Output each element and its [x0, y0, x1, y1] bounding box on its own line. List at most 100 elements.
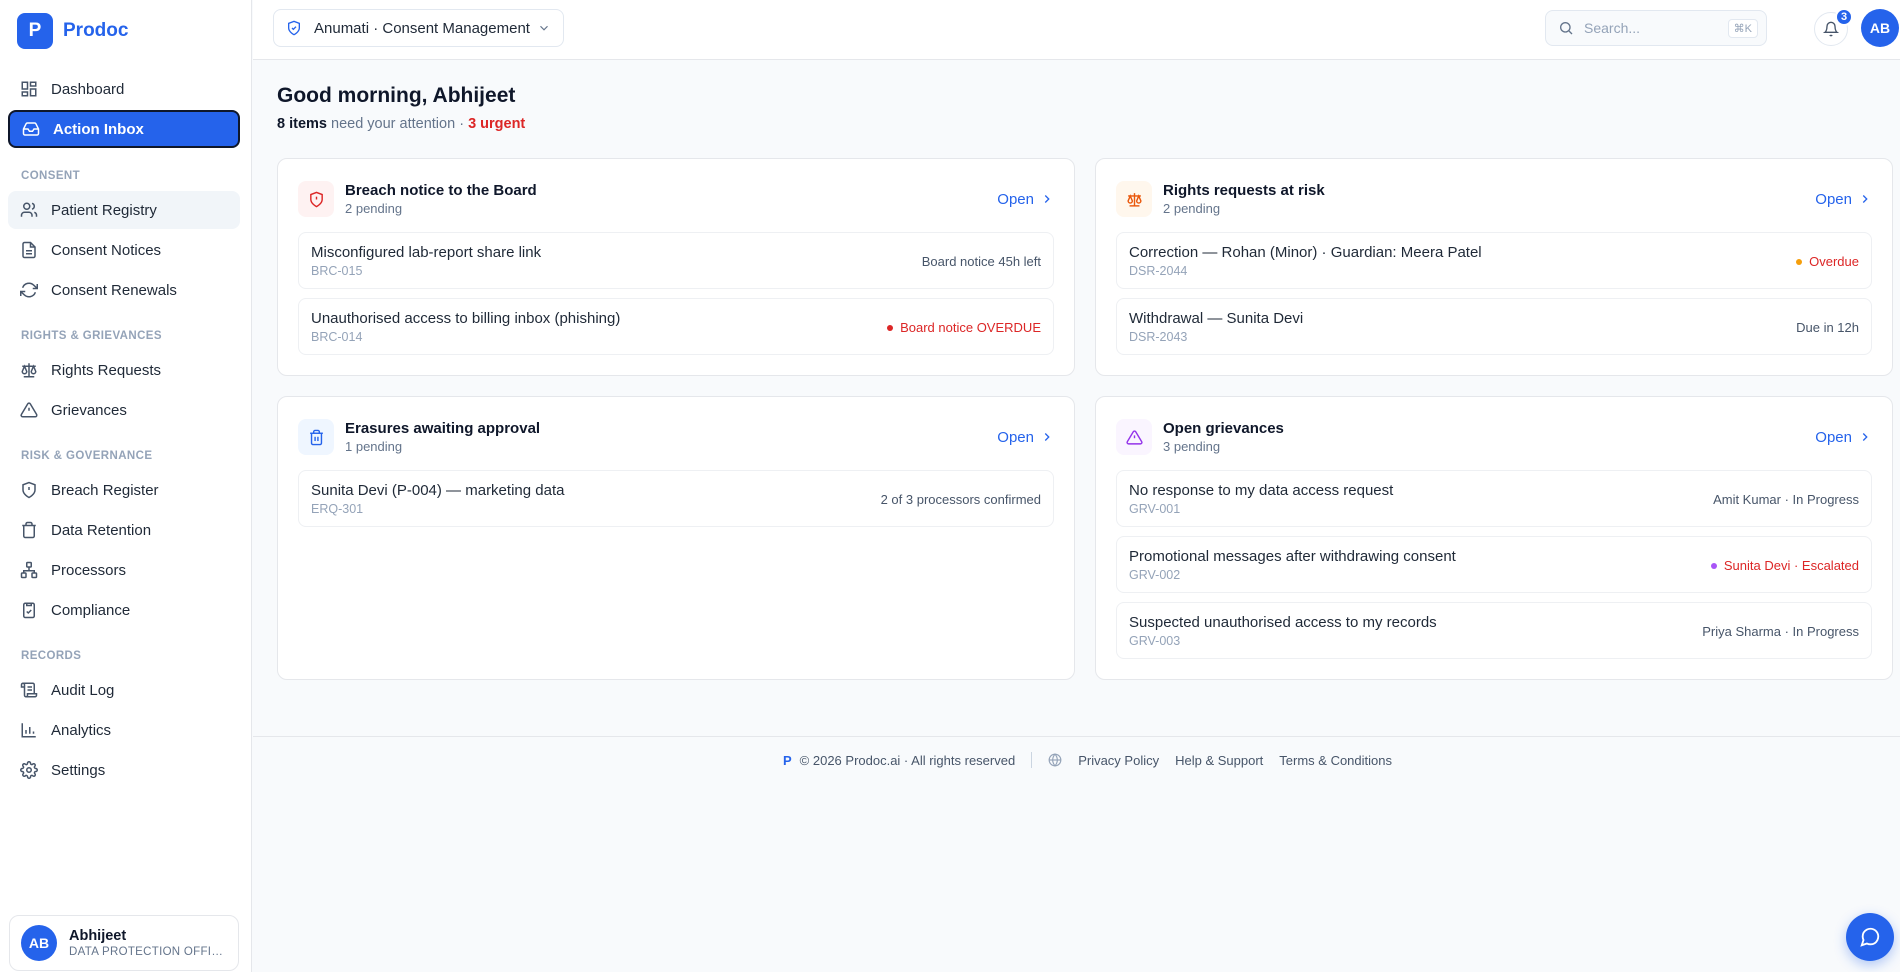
item-meta: Board notice 45h left — [922, 254, 1041, 269]
workspace-selector[interactable]: Anumati · Consent Management — [273, 9, 564, 47]
footer-link-terms[interactable]: Terms & Conditions — [1279, 753, 1392, 768]
card-open-grievances: Open grievances 3 pending Open No respon… — [1095, 396, 1893, 680]
sidebar-item-dashboard[interactable]: Dashboard — [8, 70, 240, 108]
item-meta: Sunita Devi · Escalated — [1710, 558, 1859, 573]
sidebar: P Prodoc Dashboard Action Inbox CONSENT … — [0, 0, 252, 972]
list-item[interactable]: Withdrawal — Sunita Devi DSR-2043 Due in… — [1116, 298, 1872, 355]
warning-icon — [1125, 429, 1143, 445]
document-icon — [22, 241, 36, 259]
user-role: DATA PROTECTION OFFICER — [69, 946, 223, 958]
open-button[interactable]: Open — [997, 429, 1054, 446]
chevron-right-icon — [1862, 433, 1868, 441]
search-shortcut: ⌘K — [1727, 18, 1758, 38]
users-icon — [20, 202, 38, 217]
item-meta: Due in 12h — [1796, 320, 1859, 335]
item-id: DSR-2044 — [1129, 264, 1188, 278]
avatar: AB — [21, 925, 57, 961]
item-title: Withdrawal — Sunita Devi — [1129, 310, 1304, 327]
footer-separator — [1031, 752, 1033, 768]
summary-urgent: 3 urgent — [468, 116, 526, 132]
page-title: Good morning, Abhijeet — [277, 84, 516, 107]
card-count: 1 pending — [345, 439, 403, 454]
notifications-button[interactable]: 3 — [1814, 8, 1853, 46]
shield-icon — [22, 481, 36, 499]
header-avatar[interactable]: AB — [1861, 9, 1899, 47]
list-item[interactable]: Suspected unauthorised access to my reco… — [1116, 602, 1872, 659]
sidebar-item-processors[interactable]: Processors — [8, 551, 240, 589]
scale-icon — [1126, 192, 1142, 207]
card-title: Breach notice to the Board — [345, 182, 537, 199]
sidebar-item-data-retention[interactable]: Data Retention — [8, 511, 240, 549]
trash-icon — [309, 429, 323, 445]
section-title-records: RECORDS — [21, 650, 82, 662]
item-id: DSR-2043 — [1129, 330, 1188, 344]
sidebar-item-action-inbox[interactable]: Action Inbox — [8, 110, 240, 148]
user-name: Abhijeet — [69, 928, 127, 944]
card-title: Erasures awaiting approval — [345, 420, 541, 437]
user-profile-card[interactable]: AB Abhijeet DATA PROTECTION OFFICER — [9, 915, 239, 971]
item-meta-text: Board notice 45h left — [921, 254, 1041, 269]
item-meta-text: Due in 12h — [1796, 320, 1859, 335]
sidebar-item-label: Dashboard — [51, 80, 125, 98]
item-meta-text: Priya Sharma · In Progress — [1702, 624, 1859, 639]
dashboard-icon — [21, 81, 37, 97]
footer-link-help[interactable]: Help & Support — [1175, 753, 1263, 768]
sidebar-item-breach-register[interactable]: Breach Register — [8, 471, 240, 509]
sidebar-item-grievances[interactable]: Grievances — [8, 391, 240, 429]
sidebar-item-label: Grievances — [51, 401, 127, 419]
open-button[interactable]: Open — [997, 191, 1054, 208]
section-title-rights: RIGHTS & GRIEVANCES — [21, 330, 162, 342]
sidebar-item-analytics[interactable]: Analytics — [8, 711, 240, 749]
brand[interactable]: P Prodoc — [17, 13, 128, 49]
chevron-right-icon — [1044, 433, 1050, 441]
sidebar-item-rights-requests[interactable]: Rights Requests — [8, 351, 240, 389]
brand-name: Prodoc — [63, 20, 129, 41]
bar-chart-icon — [21, 723, 36, 738]
attention-summary: 8 items need your attention · 3 urgent — [277, 116, 525, 132]
card-title: Rights requests at risk — [1163, 182, 1325, 199]
sidebar-item-label: Settings — [51, 761, 106, 779]
list-item[interactable]: Misconfigured lab-report share link BRC-… — [298, 232, 1054, 289]
search-input[interactable] — [1584, 20, 1724, 36]
sidebar-item-consent-renewals[interactable]: Consent Renewals — [8, 271, 240, 309]
card-breach-notice: Breach notice to the Board 2 pending Ope… — [277, 158, 1075, 376]
list-item[interactable]: Correction — Rohan (Minor) · Guardian: M… — [1116, 232, 1872, 289]
open-label: Open — [1815, 190, 1852, 208]
chat-button[interactable] — [1846, 913, 1894, 961]
item-title: Correction — Rohan (Minor) · Guardian: M… — [1129, 244, 1482, 261]
item-meta: Overdue — [1796, 254, 1859, 269]
list-item[interactable]: No response to my data access request GR… — [1116, 470, 1872, 527]
open-button[interactable]: Open — [1815, 191, 1872, 208]
sidebar-item-compliance[interactable]: Compliance — [8, 591, 240, 629]
list-item[interactable]: Unauthorised access to billing inbox (ph… — [298, 298, 1054, 355]
scroll-icon — [20, 682, 38, 698]
sidebar-item-label: Compliance — [51, 601, 131, 619]
open-button[interactable]: Open — [1815, 429, 1872, 446]
card-erasures: Erasures awaiting approval 1 pending Ope… — [277, 396, 1075, 680]
list-item[interactable]: Promotional messages after withdrawing c… — [1116, 536, 1872, 593]
gear-icon — [20, 761, 38, 779]
footer-link-privacy[interactable]: Privacy Policy — [1078, 753, 1159, 768]
notification-count-badge: 3 — [1835, 8, 1853, 26]
sidebar-item-settings[interactable]: Settings — [8, 751, 240, 789]
warning-icon — [20, 402, 38, 418]
sidebar-item-audit-log[interactable]: Audit Log — [8, 671, 240, 709]
section-title-risk: RISK & GOVERNANCE — [21, 450, 153, 462]
chevron-down-icon — [540, 25, 548, 31]
status-dot — [1710, 562, 1717, 569]
card-icon-bg — [1116, 181, 1152, 217]
item-meta-text: Sunita Devi · Escalated — [1723, 558, 1859, 573]
search-box[interactable]: ⌘K — [1545, 10, 1767, 46]
item-meta: Amit Kumar · In Progress — [1713, 492, 1859, 507]
item-meta-text: Amit Kumar · In Progress — [1713, 492, 1859, 507]
top-header: Anumati · Consent Management ⌘K 3 AB — [253, 0, 1900, 60]
footer: P © 2026 Prodoc.ai · All rights reserved… — [783, 752, 1408, 768]
sidebar-item-consent-notices[interactable]: Consent Notices — [8, 231, 240, 269]
sidebar-item-label: Breach Register — [51, 481, 159, 499]
card-icon-bg — [298, 419, 334, 455]
summary-count: 8 items — [277, 116, 327, 132]
sidebar-item-patient-registry[interactable]: Patient Registry — [8, 191, 240, 229]
chevron-right-icon — [1044, 195, 1050, 203]
sidebar-item-label: Audit Log — [51, 681, 115, 699]
list-item[interactable]: Sunita Devi (P-004) — marketing data ERQ… — [298, 470, 1054, 527]
